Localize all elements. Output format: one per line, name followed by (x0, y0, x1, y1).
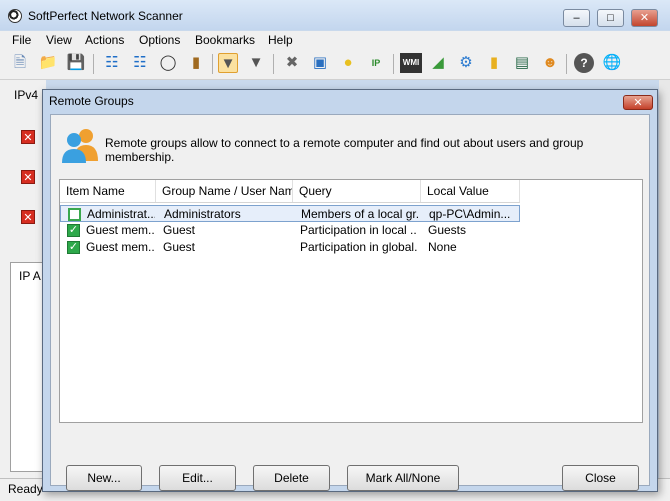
dialog-description: Remote groups allow to connect to a remo… (105, 136, 584, 164)
maximize-button[interactable]: □ (597, 9, 624, 27)
title-bar: SoftPerfect Network Scanner – □ ✕ (0, 0, 670, 30)
mark-all-none-button[interactable]: Mark All/None (347, 465, 459, 491)
item-checkbox[interactable]: ✓ (67, 224, 80, 237)
wmi-icon[interactable]: WMI (400, 53, 422, 73)
menu-view[interactable]: View (46, 33, 72, 47)
status-text: Ready (8, 482, 43, 496)
column-header[interactable]: Group Name / User Name (156, 180, 293, 202)
edit-button[interactable]: Edit... (159, 465, 236, 491)
groups-list[interactable]: Item Name Group Name / User Name Query L… (59, 179, 643, 423)
menu-help[interactable]: Help (268, 33, 293, 47)
menu-actions[interactable]: Actions (85, 33, 124, 47)
delete-button[interactable]: Delete (253, 465, 330, 491)
ipv4-label: IPv4 (14, 88, 39, 102)
clipboard-icon[interactable]: ▮ (186, 53, 206, 73)
monitor-icon[interactable]: ▣ (310, 53, 330, 73)
menu-file[interactable]: File (12, 33, 31, 47)
menu-bar: File View Actions Options Bookmarks Help (0, 31, 670, 49)
local-value: qp-PC\Admin... (429, 207, 511, 221)
remote-groups-dialog: Remote Groups ✕ Remote groups allow to c… (42, 89, 658, 492)
ip-icon[interactable]: IP (366, 53, 386, 73)
close-dialog-button[interactable]: Close (562, 465, 639, 491)
minimize-button[interactable]: – (563, 9, 590, 27)
local-value: None (428, 240, 457, 254)
help-icon[interactable]: ? (574, 53, 594, 73)
green-icon[interactable]: ◢ (428, 53, 448, 73)
save-icon[interactable]: 💾 (66, 53, 86, 73)
funnel-icon[interactable]: ▼ (246, 53, 266, 73)
query: Participation in local ... (300, 223, 417, 237)
group-name: Guest (163, 240, 196, 254)
item-checkbox[interactable]: ✓ (67, 241, 80, 254)
error-icon: ✕ (21, 130, 35, 144)
network-icon[interactable]: ▤ (512, 53, 532, 73)
collapse-icon[interactable]: ☷ (130, 53, 150, 73)
right-edge (659, 80, 670, 500)
item-name: Guest mem... (86, 240, 154, 254)
list-header: Item Name Group Name / User Name Query L… (60, 180, 520, 203)
find-icon[interactable]: ◯ (158, 53, 178, 73)
list-item[interactable]: ✓ Guest mem... Guest Participation in gl… (60, 239, 520, 256)
error-icon: ✕ (21, 170, 35, 184)
query: Participation in global... (300, 240, 417, 254)
item-checkbox[interactable] (68, 208, 81, 221)
item-name: Guest mem... (86, 223, 154, 237)
list-item[interactable]: Administrat... Administrators Members of… (60, 205, 520, 222)
column-header[interactable]: Local Value (421, 180, 520, 202)
new-icon[interactable]: 🗎 (10, 53, 30, 73)
error-icon: ✕ (21, 210, 35, 224)
menu-options[interactable]: Options (139, 33, 180, 47)
bulb-icon[interactable]: ● (338, 53, 358, 73)
results-panel: IP A (10, 262, 44, 472)
local-value: Guests (428, 223, 467, 237)
filter-icon[interactable]: ▼ (218, 53, 238, 73)
toolbar: 🗎 📁 💾 ☷ ☷ ◯ ▮ ▼ ▼ ✖ ▣ ● IP WMI ◢ ⚙ ▮ ▤ ☻… (0, 49, 670, 80)
dialog-title: Remote Groups (49, 94, 134, 108)
close-button[interactable]: ✕ (631, 9, 658, 27)
dialog-close-icon[interactable]: ✕ (623, 95, 653, 110)
folder-icon[interactable]: ▮ (484, 53, 504, 73)
globe-icon[interactable]: 🌐 (602, 53, 622, 73)
column-header[interactable]: Item Name (60, 180, 156, 202)
group-name: Administrators (164, 207, 241, 221)
users-icon[interactable]: ☻ (540, 53, 560, 73)
new-button[interactable]: New... (66, 465, 142, 491)
query: Members of a local gr... (301, 207, 418, 221)
expand-icon[interactable]: ☷ (102, 53, 122, 73)
list-item[interactable]: ✓ Guest mem... Guest Participation in lo… (60, 222, 520, 239)
tools-icon[interactable]: ✖ (282, 53, 302, 73)
item-name: Administrat... (87, 207, 155, 221)
dialog-body: Remote groups allow to connect to a remo… (50, 114, 650, 491)
gear-icon[interactable]: ⚙ (456, 53, 476, 73)
column-header[interactable]: Query (293, 180, 421, 202)
app-icon (8, 9, 22, 23)
menu-bookmarks[interactable]: Bookmarks (195, 33, 255, 47)
group-name: Guest (163, 223, 196, 237)
ip-column-header: IP A (19, 269, 41, 283)
window-title: SoftPerfect Network Scanner (28, 9, 183, 23)
open-icon[interactable]: 📁 (38, 53, 58, 73)
users-icon (62, 129, 98, 163)
